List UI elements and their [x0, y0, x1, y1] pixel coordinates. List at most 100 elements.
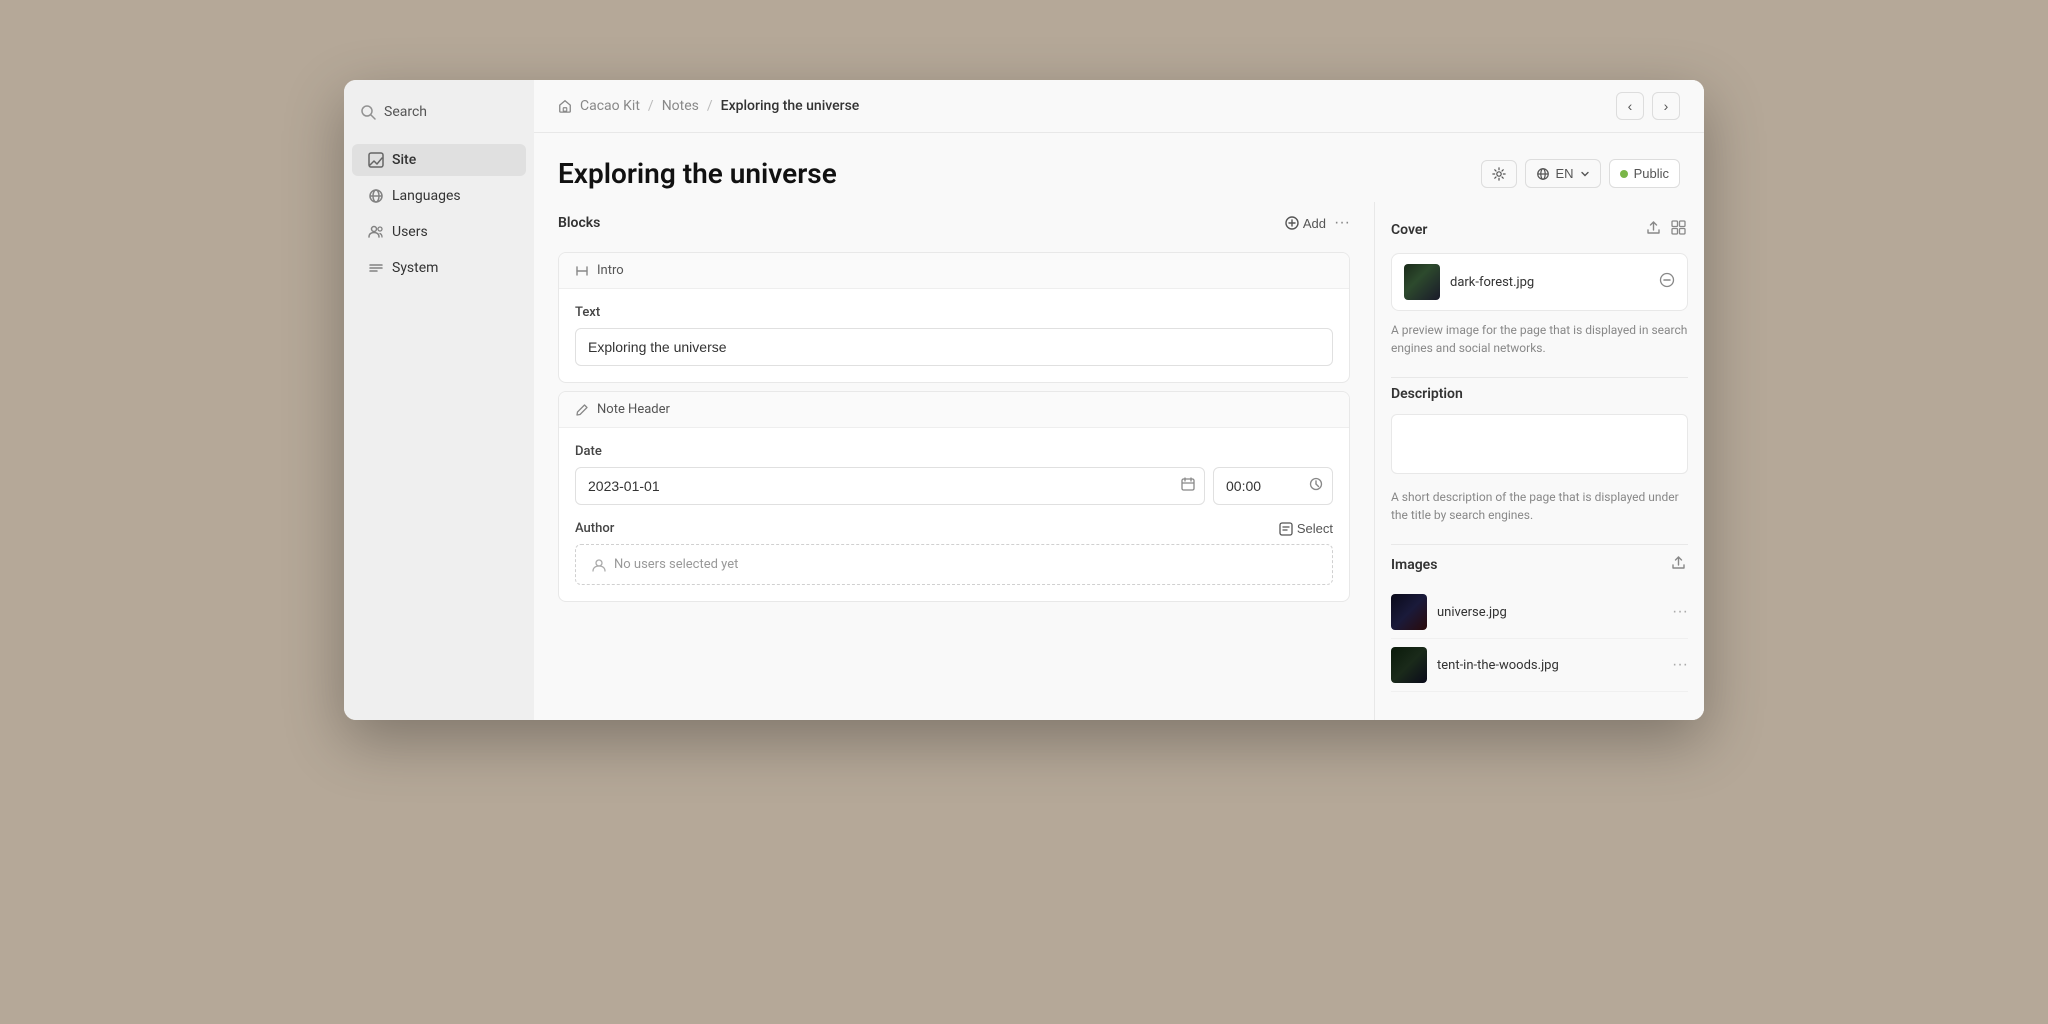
clock-icon — [1309, 477, 1323, 495]
sidebar-item-system-label: System — [392, 260, 438, 276]
images-upload-button[interactable] — [1669, 553, 1688, 576]
cover-title: Cover — [1391, 222, 1427, 238]
translate-icon — [1536, 167, 1550, 181]
cover-section-header: Cover — [1391, 218, 1688, 241]
sidebar-item-users-label: Users — [392, 224, 428, 240]
cover-remove-button[interactable] — [1659, 272, 1675, 293]
breadcrumb: Cacao Kit / Notes / Exploring the univer… — [558, 98, 859, 114]
image-item-2: tent-in-the-woods.jpg ··· — [1391, 639, 1688, 692]
images-header: Images — [1391, 553, 1688, 576]
sidebar-item-languages-label: Languages — [392, 188, 461, 204]
blocks-actions: Add ··· — [1285, 214, 1350, 232]
page-title-area: Exploring the universe EN — [534, 133, 1704, 202]
sidebar-item-system[interactable]: System — [352, 252, 526, 284]
page-actions: EN Public — [1481, 159, 1680, 188]
breadcrumb-home[interactable]: Cacao Kit — [580, 98, 640, 114]
blocks-section: Blocks Add ··· — [534, 202, 1374, 720]
note-header-block-label: Note Header — [597, 402, 670, 417]
cover-description: A preview image for the page that is dis… — [1391, 321, 1688, 357]
image-left-2: tent-in-the-woods.jpg — [1391, 647, 1559, 683]
languages-icon — [368, 188, 384, 204]
description-section-header: Description — [1391, 386, 1688, 402]
images-section: Images universe.jpg ··· — [1391, 553, 1688, 692]
cover-item: dark-forest.jpg — [1391, 253, 1688, 311]
cover-filename: dark-forest.jpg — [1450, 275, 1534, 290]
text-field-label: Text — [575, 305, 1333, 320]
system-icon — [368, 260, 384, 276]
language-label: EN — [1556, 166, 1574, 181]
pencil-icon — [575, 403, 589, 417]
blocks-title: Blocks — [558, 215, 600, 231]
page-title: Exploring the universe — [558, 157, 837, 190]
date-field-label: Date — [575, 444, 1333, 459]
sidebar-item-site[interactable]: Site — [352, 144, 526, 176]
content-area: Blocks Add ··· — [534, 202, 1704, 720]
text-field-input[interactable] — [575, 328, 1333, 366]
blocks-more-button[interactable]: ··· — [1334, 214, 1350, 232]
header-nav: ‹ › — [1616, 92, 1680, 120]
image-more-button-1[interactable]: ··· — [1672, 603, 1688, 621]
cover-section: Cover — [1391, 218, 1688, 357]
image-filename-2: tent-in-the-woods.jpg — [1437, 658, 1559, 673]
description-title: Description — [1391, 386, 1463, 402]
calendar-icon — [1181, 477, 1195, 495]
cover-grid-button[interactable] — [1669, 218, 1688, 241]
select-users-icon — [1279, 522, 1293, 536]
nav-forward-button[interactable]: › — [1652, 92, 1680, 120]
date-input[interactable] — [575, 467, 1205, 505]
image-item-1: universe.jpg ··· — [1391, 586, 1688, 639]
description-help-text: A short description of the page that is … — [1391, 488, 1688, 524]
heading-icon — [575, 264, 589, 278]
cover-upload-button[interactable] — [1644, 218, 1663, 241]
intro-block: Intro Text — [558, 252, 1350, 383]
header-bar: Cacao Kit / Notes / Exploring the univer… — [534, 80, 1704, 133]
breadcrumb-sep1: / — [648, 98, 654, 114]
public-button[interactable]: Public — [1609, 159, 1680, 188]
no-users-label: No users selected yet — [614, 557, 738, 572]
cover-action-buttons — [1644, 218, 1688, 241]
blocks-header: Blocks Add ··· — [558, 202, 1350, 244]
image-left-1: universe.jpg — [1391, 594, 1507, 630]
description-section: Description A short description of the p… — [1391, 386, 1688, 524]
divider-2 — [1391, 544, 1688, 545]
sidebar: Search Site Languages Users — [344, 80, 534, 720]
intro-block-label: Intro — [597, 263, 624, 278]
time-input-wrap — [1213, 467, 1333, 505]
add-block-label: Add — [1303, 216, 1326, 231]
sidebar-item-site-label: Site — [392, 152, 416, 168]
author-select-label: Select — [1297, 521, 1333, 536]
cover-thumbnail-image — [1404, 264, 1440, 300]
intro-block-body: Text — [559, 289, 1349, 382]
date-input-wrap — [575, 467, 1205, 505]
site-icon — [368, 152, 384, 168]
note-header-block-header: Note Header — [559, 392, 1349, 428]
divider-1 — [1391, 377, 1688, 378]
home-icon — [558, 99, 572, 113]
image-thumbnail-1 — [1391, 594, 1427, 630]
language-button[interactable]: EN — [1525, 159, 1601, 188]
author-header: Author Select — [575, 521, 1333, 536]
note-header-block-body: Date — [559, 428, 1349, 601]
add-block-button[interactable]: Add — [1285, 216, 1326, 231]
date-row — [575, 467, 1333, 505]
search-button[interactable]: Search — [344, 96, 534, 128]
breadcrumb-current: Exploring the universe — [721, 98, 860, 114]
author-select-button[interactable]: Select — [1279, 521, 1333, 536]
settings-button[interactable] — [1481, 160, 1517, 188]
sidebar-item-languages[interactable]: Languages — [352, 180, 526, 212]
chevron-down-icon — [1580, 169, 1590, 179]
description-textarea[interactable] — [1391, 414, 1688, 474]
image-filename-1: universe.jpg — [1437, 605, 1507, 620]
public-status-dot — [1620, 170, 1628, 178]
search-label: Search — [384, 104, 427, 120]
nav-back-button[interactable]: ‹ — [1616, 92, 1644, 120]
image-more-button-2[interactable]: ··· — [1672, 656, 1688, 674]
right-sidebar: Cover — [1374, 202, 1704, 720]
breadcrumb-section[interactable]: Notes — [662, 98, 699, 114]
public-label: Public — [1634, 166, 1669, 181]
cover-thumbnail — [1404, 264, 1440, 300]
note-header-block: Note Header Date — [558, 391, 1350, 602]
app-window: Search Site Languages Users — [344, 80, 1704, 720]
sidebar-item-users[interactable]: Users — [352, 216, 526, 248]
cover-left: dark-forest.jpg — [1404, 264, 1534, 300]
